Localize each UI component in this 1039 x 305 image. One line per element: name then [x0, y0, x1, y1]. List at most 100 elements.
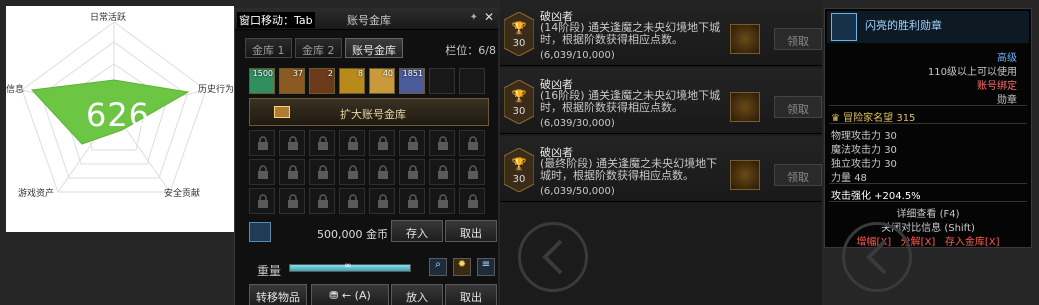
bottom-row: 转移物品 ⛃ ← (A) 放入 取出: [249, 284, 499, 305]
item-grade: 高级: [997, 53, 1017, 64]
locked-slot[interactable]: [249, 130, 275, 156]
empty-slot[interactable]: [429, 68, 455, 94]
deposit-button[interactable]: 存入: [391, 220, 443, 242]
lock-icon: [318, 136, 328, 150]
radar-label-security: 安全贡献: [164, 189, 201, 199]
vault-item-crystal[interactable]: 1500: [249, 68, 275, 94]
put-in-button[interactable]: 放入: [391, 284, 443, 305]
vault-item-scroll[interactable]: 37: [279, 68, 305, 94]
tab-account-vault[interactable]: 账号金库: [345, 38, 403, 58]
trophy-icon: 🏆 30: [503, 79, 535, 125]
radar-panel: 日常活跃 历史行为 安全贡献 游戏资产 信息 626: [6, 6, 234, 232]
achievement-row: 🏆 30 破凶者 (14阶段) 通关逢魔之未央幻境地下城时，根据阶数获得相应点数…: [500, 0, 822, 66]
lock-icon: [348, 194, 358, 208]
screen: 日常活跃 历史行为 安全贡献 游戏资产 信息 626 窗口移动：Tab 账号金库…: [0, 0, 1039, 305]
locked-slot[interactable]: [399, 188, 425, 214]
claim-button[interactable]: 领取: [774, 164, 822, 186]
medal-icon: [730, 24, 760, 54]
radar-score: 626: [85, 96, 151, 134]
locked-slot[interactable]: [249, 159, 275, 185]
lock-icon: [468, 165, 478, 179]
vault-titlebar[interactable]: 窗口移动：Tab 账号金库 ✦ ✕: [235, 8, 498, 30]
pin-icon[interactable]: ✦: [470, 12, 478, 23]
claim-button[interactable]: 领取: [774, 28, 822, 50]
radar-label-assets: 游戏资产: [18, 189, 55, 199]
empty-slot[interactable]: [459, 68, 485, 94]
close-icon[interactable]: ✕: [484, 10, 494, 24]
medal-icon: [730, 160, 760, 190]
locked-slot[interactable]: [459, 130, 485, 156]
locked-slot[interactable]: [429, 130, 455, 156]
locked-slot[interactable]: [399, 159, 425, 185]
transfer-items-button[interactable]: 转移物品: [249, 284, 307, 305]
stat-row: 魔法攻击力 30: [831, 145, 897, 156]
locked-slot[interactable]: [279, 188, 305, 214]
store-action[interactable]: 存入金库[X]: [945, 237, 1000, 248]
locked-slot[interactable]: [369, 188, 395, 214]
stat-row: 独立攻击力 30: [831, 159, 897, 170]
vault-item-orb[interactable]: 8: [339, 68, 365, 94]
lock-icon: [378, 136, 388, 150]
locked-slot[interactable]: [249, 188, 275, 214]
locked-slot[interactable]: [309, 130, 335, 156]
lock-icon: [258, 136, 268, 150]
vault-gold-icon[interactable]: [249, 222, 271, 242]
claim-button[interactable]: 领取: [774, 96, 822, 118]
lock-icon: [378, 194, 388, 208]
gold-row: 500,000 金币 存入 取出: [249, 220, 499, 244]
prev-page-icon[interactable]: [518, 222, 588, 292]
locked-slot[interactable]: [399, 130, 425, 156]
lock-icon: [258, 194, 268, 208]
stat-row: 物理攻击力 30: [831, 131, 897, 142]
locked-slot[interactable]: [339, 159, 365, 185]
locked-slot[interactable]: [309, 188, 335, 214]
locked-slot[interactable]: [429, 159, 455, 185]
vault-item-chest[interactable]: 40: [369, 68, 395, 94]
tab-vault-2[interactable]: 金库 2: [295, 38, 342, 58]
list-icon[interactable]: ≡: [477, 258, 495, 276]
search-icon[interactable]: ⌕: [429, 258, 447, 276]
lock-icon: [468, 194, 478, 208]
lock-icon: [468, 136, 478, 150]
svg-text:🏆: 🏆: [512, 21, 527, 35]
transfer-shortcut-key: (A): [354, 289, 371, 302]
lock-icon: [318, 194, 328, 208]
item-type: 勋章: [997, 95, 1017, 106]
locked-slot[interactable]: [429, 188, 455, 214]
achievement-progress: (6,039/30,000): [540, 118, 615, 129]
prev-page-icon-right[interactable]: [842, 222, 912, 292]
achievement-row: 🏆 30 破凶者 (最终阶段) 通关逢魔之未央幻境地下城时，根据阶数获得相应点数…: [500, 136, 822, 202]
locked-slot[interactable]: [369, 159, 395, 185]
achievement-list: 🏆 30 破凶者 (14阶段) 通关逢魔之未央幻境地下城时，根据阶数获得相应点数…: [500, 0, 822, 305]
locked-slot[interactable]: [279, 130, 305, 156]
withdraw-button[interactable]: 取出: [445, 220, 497, 242]
locked-slot[interactable]: [279, 159, 305, 185]
gear-icon[interactable]: ✹: [453, 258, 471, 276]
divider: [829, 183, 1027, 184]
fame-row: ♛ 冒险家名望 315: [831, 109, 915, 124]
radar-label-history: 历史行为: [198, 85, 235, 95]
locked-slot[interactable]: [459, 188, 485, 214]
item-bind: 账号绑定: [977, 81, 1017, 92]
locked-slot[interactable]: [339, 188, 365, 214]
tooltip-header: 闪亮的胜利勋章: [827, 11, 1029, 43]
lock-icon: [378, 165, 388, 179]
achievement-desc: (最终阶段) 通关逢魔之未央幻境地下城时，根据阶数获得相应点数。: [540, 157, 718, 182]
medal-icon: [730, 92, 760, 122]
locked-slot[interactable]: [369, 130, 395, 156]
attack-enhance: 攻击强化 +204.5%: [831, 191, 921, 202]
tab-vault-1[interactable]: 金库 1: [245, 38, 292, 58]
transfer-shortcut-button[interactable]: ⛃ ← (A): [311, 284, 389, 305]
slot-count: 栏位：6/8: [445, 44, 496, 57]
expand-vault-button[interactable]: 扩大账号金库: [249, 98, 489, 126]
vault-transfer-icon: ⛃ ←: [329, 289, 352, 302]
locked-slot[interactable]: [339, 130, 365, 156]
divider: [829, 123, 1027, 124]
take-out-button[interactable]: 取出: [445, 284, 497, 305]
locked-slot[interactable]: [459, 159, 485, 185]
trophy-icon: 🏆 30: [503, 147, 535, 193]
vault-item-scroll-2[interactable]: 2: [309, 68, 335, 94]
vault-item-gem[interactable]: 1851: [399, 68, 425, 94]
locked-slot[interactable]: [309, 159, 335, 185]
achievement-desc: (14阶段) 通关逢魔之未央幻境地下城时，根据阶数获得相应点数。: [540, 21, 721, 46]
